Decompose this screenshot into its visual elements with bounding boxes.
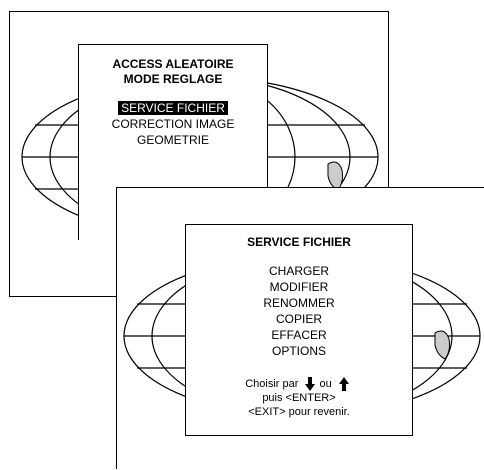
arrow-up-icon xyxy=(338,377,349,392)
front-screen: SERVICE FICHIER CHARGER MODIFIER RENOMME… xyxy=(116,187,484,469)
menu-item-service-fichier[interactable]: SERVICE FICHIER xyxy=(79,100,267,116)
arrow-down-icon xyxy=(305,377,316,392)
front-menu-title: SERVICE FICHIER xyxy=(247,235,351,249)
back-menu-title-line2: MODE REGLAGE xyxy=(123,72,223,86)
menu-item-effacer[interactable]: EFFACER xyxy=(186,327,412,343)
menu-item-label: CHARGER xyxy=(268,264,329,278)
menu-item-label: EFFACER xyxy=(271,328,327,342)
help-exit-line: <EXIT> pour revenir. xyxy=(248,406,350,418)
menu-item-label: RENOMMER xyxy=(263,296,335,310)
menu-item-label: COPIER xyxy=(275,312,322,326)
menu-item-modifier[interactable]: MODIFIER xyxy=(186,279,412,295)
menu-item-copier[interactable]: COPIER xyxy=(186,311,412,327)
back-menu-title-line1: ACCESS ALEATOIRE xyxy=(112,57,234,71)
menu-item-charger[interactable]: CHARGER xyxy=(186,263,412,279)
menu-item-label: OPTIONS xyxy=(271,344,326,358)
help-enter-line: puis <ENTER> xyxy=(262,392,336,404)
menu-item-label: SERVICE FICHIER xyxy=(118,101,228,115)
help-or-text: ou xyxy=(319,378,332,390)
help-choose-text: Choisir par xyxy=(245,378,299,390)
menu-item-label: GEOMETRIE xyxy=(136,133,209,147)
menu-item-label: CORRECTION IMAGE xyxy=(111,117,235,131)
help-choose-line: Choisir par ou xyxy=(186,377,412,392)
menu-item-label: MODIFIER xyxy=(269,280,329,294)
front-menu-panel: SERVICE FICHIER CHARGER MODIFIER RENOMME… xyxy=(185,224,413,436)
menu-item-renommer[interactable]: RENOMMER xyxy=(186,295,412,311)
menu-item-correction-image[interactable]: CORRECTION IMAGE xyxy=(79,116,267,132)
menu-item-options[interactable]: OPTIONS xyxy=(186,343,412,359)
menu-item-geometrie[interactable]: GEOMETRIE xyxy=(79,132,267,148)
